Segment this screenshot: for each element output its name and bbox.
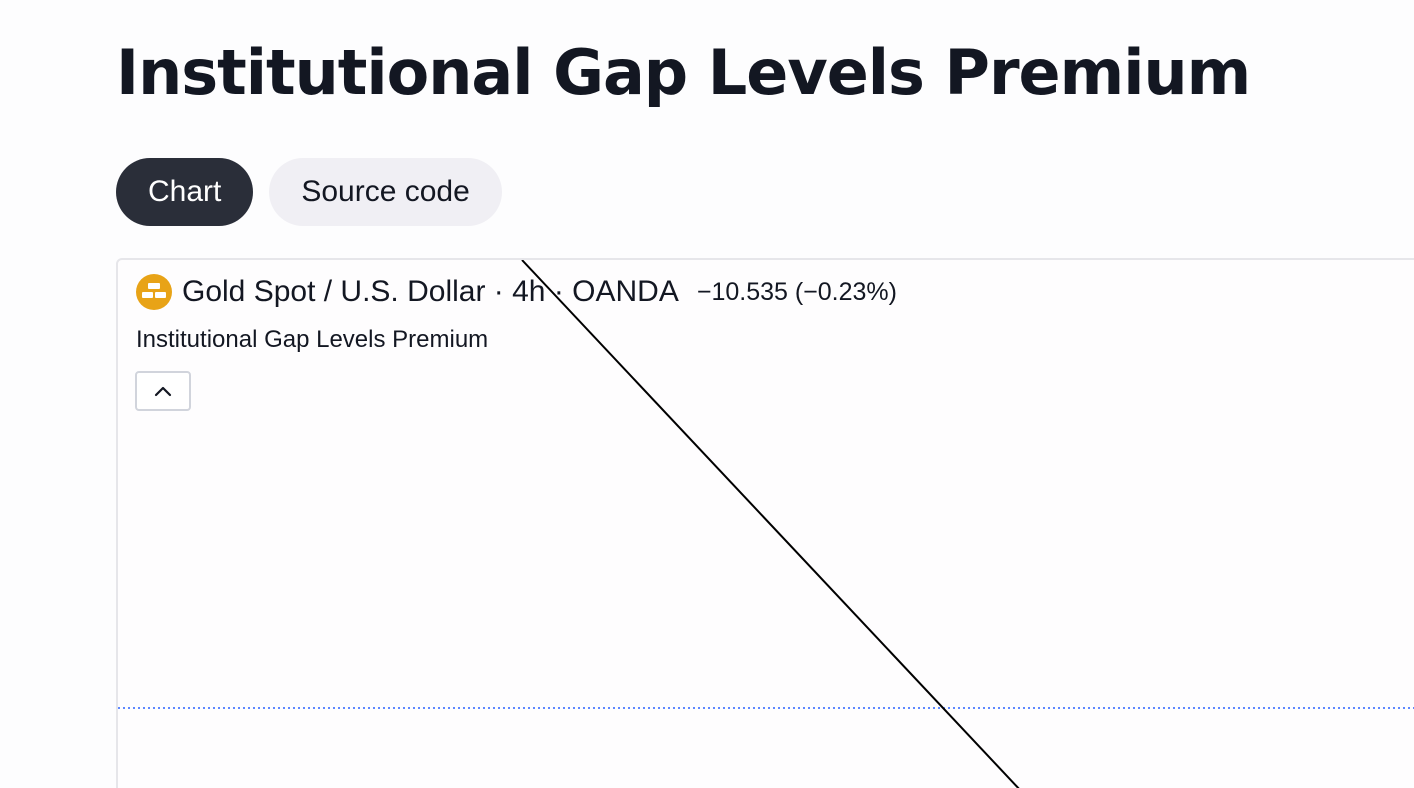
symbol-legend: Gold Spot / U.S. Dollar · 4h · OANDA −10…: [136, 274, 897, 310]
indicator-label[interactable]: Institutional Gap Levels Premium: [136, 326, 488, 354]
chart-panel[interactable]: Gold Spot / U.S. Dollar · 4h · OANDA −10…: [116, 258, 1414, 788]
trend-drawing-line[interactable]: [521, 260, 1022, 788]
collapse-legend-button[interactable]: [135, 371, 191, 411]
view-tabs: Chart Source code: [116, 158, 502, 226]
chevron-up-icon: [154, 386, 172, 397]
tab-source-code[interactable]: Source code: [269, 158, 502, 226]
tab-chart[interactable]: Chart: [116, 158, 254, 226]
page-title: Institutional Gap Levels Premium: [116, 36, 1251, 109]
page: Institutional Gap Levels Premium Chart S…: [0, 0, 1414, 788]
price-change: −10.535 (−0.23%): [696, 277, 897, 306]
symbol-label[interactable]: Gold Spot / U.S. Dollar · 4h · OANDA: [182, 275, 679, 309]
gold-bars-icon: [136, 274, 172, 310]
